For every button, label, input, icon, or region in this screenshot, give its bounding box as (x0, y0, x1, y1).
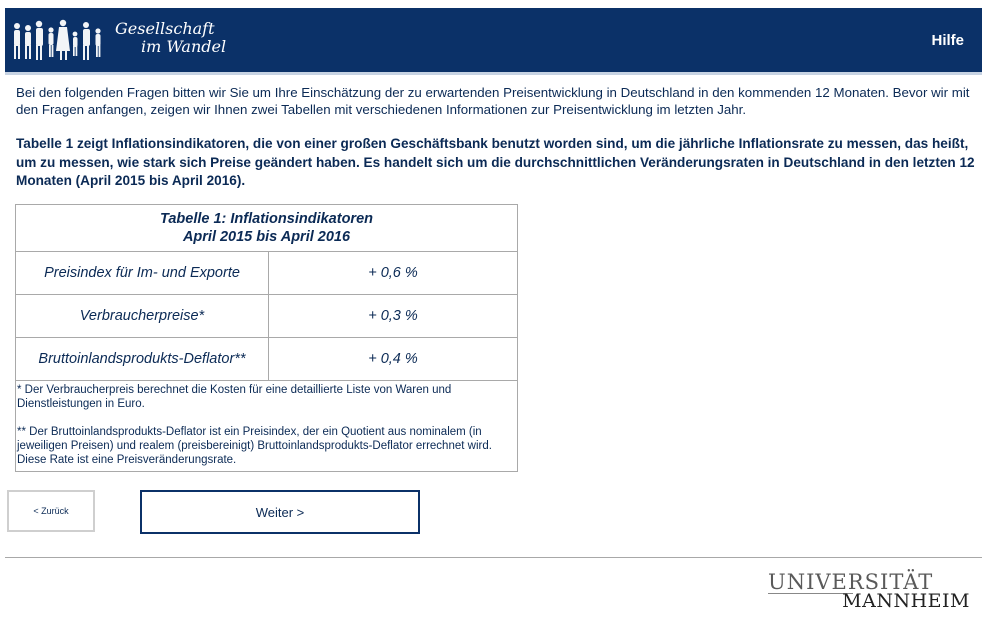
logo-text: Gesellschaft im Wandel (115, 20, 226, 56)
header-bar: Gesellschaft im Wandel Hilfe (5, 8, 982, 75)
table-title: Tabelle 1: Inflationsindikatoren April 2… (15, 204, 518, 252)
table-footnotes: * Der Verbraucherpreis berechnet die Kos… (15, 380, 518, 472)
table-title-line2: April 2015 bis April 2016 (182, 229, 351, 245)
university-logo: UNIVERSITÄT MANNHEIM (768, 570, 970, 612)
logo-rule (768, 593, 853, 594)
table-title-line1: Tabelle 1: Inflationsindikatoren (160, 211, 373, 227)
inflation-table: Tabelle 1: Inflationsindikatoren April 2… (15, 204, 518, 472)
next-button[interactable]: Weiter > (140, 490, 420, 534)
indicator-value: + 0,3 % (268, 294, 518, 338)
table-row: Verbraucherpreise* + 0,3 % (15, 294, 518, 338)
logo-line1: Gesellschaft (115, 19, 215, 38)
footer-divider (5, 557, 982, 558)
back-button[interactable]: < Zurück (7, 490, 95, 532)
help-link[interactable]: Hilfe (931, 32, 964, 49)
footnote-consumer-prices: * Der Verbraucherpreis berechnet die Kos… (17, 384, 452, 410)
university-logo-line2: MANNHEIM (842, 590, 970, 612)
indicator-value: + 0,4 % (268, 337, 518, 381)
table-row: Preisindex für Im- und Exporte + 0,6 % (15, 251, 518, 295)
people-silhouettes-icon (11, 18, 111, 73)
indicator-label: Verbraucherpreise* (15, 294, 269, 338)
table-row: Bruttoinlandsprodukts-Deflator** + 0,4 % (15, 337, 518, 381)
logo-line2: im Wandel (141, 37, 227, 56)
indicator-label: Bruttoinlandsprodukts-Deflator** (15, 337, 269, 381)
indicator-label: Preisindex für Im- und Exporte (15, 251, 269, 295)
intro-text: Bei den folgenden Fragen bitten wir Sie … (16, 85, 970, 117)
table-intro-text: Tabelle 1 zeigt Inflationsindikatoren, d… (16, 136, 975, 188)
indicator-value: + 0,6 % (268, 251, 518, 295)
footnote-gdp-deflator: ** Der Bruttoinlandsprodukts-Deflator is… (17, 426, 492, 466)
